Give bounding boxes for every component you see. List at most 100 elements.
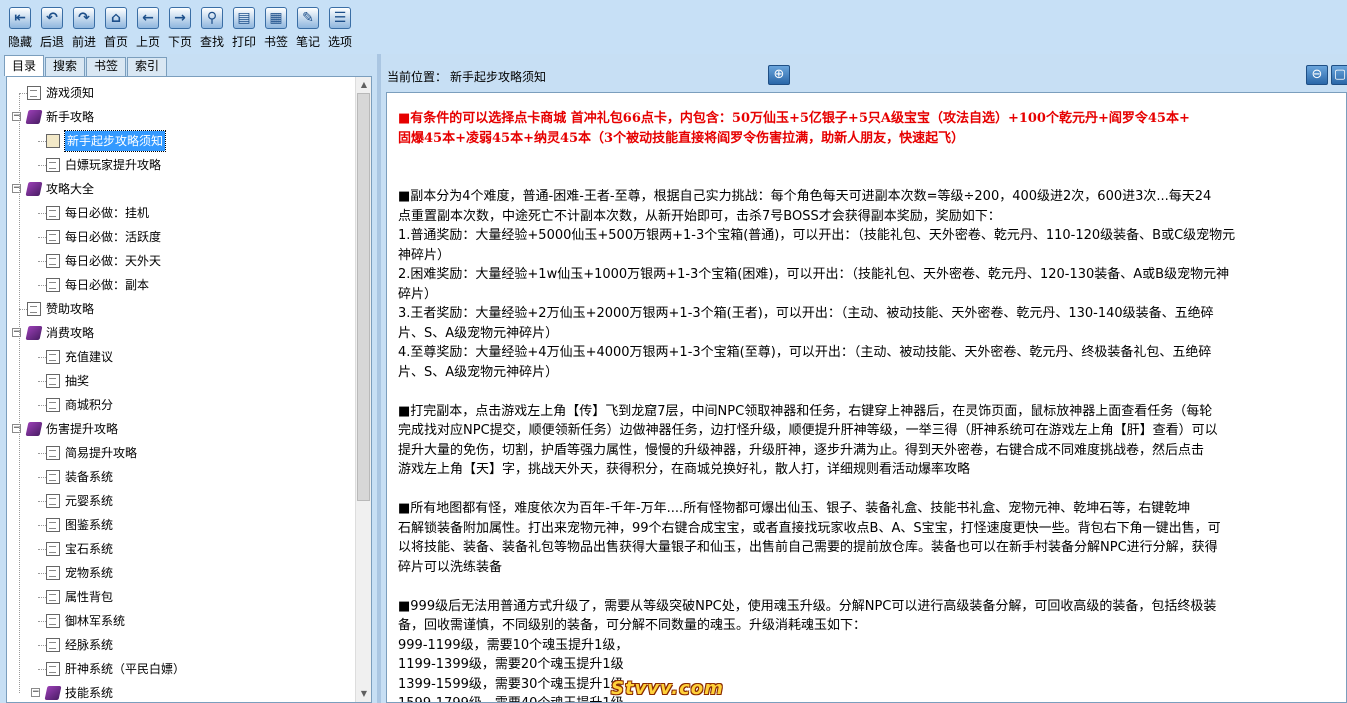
paragraph: ■有条件的可以选择点卡商城 首冲礼包66点卡，内包含：50万仙玉+5亿银子+5只…	[398, 109, 1343, 148]
tree-connector	[38, 525, 46, 526]
article-content: ■有条件的可以选择点卡商城 首冲礼包66点卡，内包含：50万仙玉+5亿银子+5只…	[398, 109, 1343, 702]
tree-item-label: 每日必做：天外天	[65, 254, 162, 268]
paragraph-line: ■999级后无法用普通方式升级了，需要从等级突破NPC处，使用魂玉升级。分解NP…	[398, 598, 1217, 614]
toolbar-button-0[interactable]: ⇤ 隐藏	[4, 0, 36, 54]
tree-connector	[38, 213, 46, 214]
tree-item[interactable]: 每日必做：副本	[7, 273, 357, 297]
paragraph-line: ■所有地图都有怪，难度依次为百年-千年-万年....所有怪物都可爆出仙玉、银子、…	[398, 501, 1191, 516]
scroll-down-arrow-icon[interactable]: ▼	[356, 686, 371, 702]
toolbar-button-10[interactable]: ☰ 选项	[324, 0, 356, 54]
toolbar-button-1[interactable]: ↶ 后退	[36, 0, 68, 54]
tree-item[interactable]: 御林军系统	[7, 609, 357, 633]
scroll-up-arrow-icon[interactable]: ▲	[356, 77, 371, 93]
tab-2[interactable]: 书签	[86, 57, 127, 76]
tree-item[interactable]: 属性背包	[7, 585, 357, 609]
paragraph-line: 神碎片）	[398, 247, 451, 263]
right-panel: 当前位置： 新手起步攻略须知 ⊕ ⊖ ▢ ■有条件的可以选择点卡商城 首冲礼包6…	[381, 54, 1347, 703]
tree-connector	[19, 93, 20, 693]
tree-item[interactable]: 图鉴系统	[7, 513, 357, 537]
toolbar: ⇤ 隐藏 ↶ 后退 ↷ 前进 ⌂ 首页 ← 上页 → 下页 ⚲ 查找 ▤ 打印 ▦ 书签 ✎ 笔记 ☰ 选项	[0, 0, 1347, 54]
tree-item[interactable]: 商城积分	[7, 393, 357, 417]
page-icon	[46, 566, 60, 580]
tab-1[interactable]: 搜索	[45, 57, 86, 76]
book-icon	[25, 182, 43, 196]
tree-item[interactable]: 元婴系统	[7, 489, 357, 513]
toolbar-button-label: 选项	[327, 35, 352, 49]
toolbar-button-2[interactable]: ↷ 前进	[68, 0, 100, 54]
tree-item[interactable]: 白嫖玩家提升攻略	[7, 153, 357, 177]
tree-item-label: 宝石系统	[65, 542, 114, 556]
tree-item[interactable]: 肝神系统（平民白嫖）	[7, 657, 357, 681]
tree-folder[interactable]: − 技能系统	[7, 681, 357, 702]
tree-item[interactable]: 每日必做：天外天	[7, 249, 357, 273]
toc-tree: 游戏须知 − 新手攻略 新手起步攻略须知 白嫖玩家提升攻略 − 攻略大全 每日必做：挂机 每日必…	[7, 81, 357, 702]
tree-folder[interactable]: − 新手攻略	[7, 105, 357, 129]
location-bar: 当前位置： 新手起步攻略须知 ⊕ ⊖ ▢	[381, 54, 1347, 92]
tree-item-label: 每日必做：活跃度	[65, 230, 162, 244]
tree-item[interactable]: 游戏须知	[7, 81, 357, 105]
tree-connector	[38, 669, 46, 670]
tree-item-label: 御林军系统	[65, 614, 126, 628]
paragraph-line: 1.普通奖励：大量经验+5000仙玉+500万银两+1-3个宝箱(普通)，可以开…	[398, 228, 1236, 243]
tree-folder[interactable]: − 消费攻略	[7, 321, 357, 345]
tree-item[interactable]: 每日必做：活跃度	[7, 225, 357, 249]
tree-item[interactable]: 简易提升攻略	[7, 441, 357, 465]
paragraph-line: 2.困难奖励：大量经验+1w仙玉+1000万银两+1-3个宝箱(困难)，可以开出…	[398, 267, 1230, 282]
toolbar-button-9[interactable]: ✎ 笔记	[292, 0, 324, 54]
hide-icon: ⇤	[9, 7, 31, 29]
toolbar-button-7[interactable]: ▤ 打印	[228, 0, 260, 54]
tree-scrollbar[interactable]: ▲ ▼	[355, 77, 371, 702]
toolbar-button-label: 首页	[103, 35, 128, 49]
tree-item-label: 攻略大全	[46, 182, 95, 196]
prev-page-icon: ←	[137, 7, 159, 29]
collapse-icon[interactable]: −	[31, 688, 40, 697]
tree-item-label: 白嫖玩家提升攻略	[65, 158, 162, 172]
paragraph: ■副本分为4个难度，普通-困难-王者-至尊，根据自己实力挑战：每个角色每天可进副…	[398, 187, 1343, 382]
tree-item[interactable]: 每日必做：挂机	[7, 201, 357, 225]
zoom-in-icon[interactable]: ⊕	[768, 65, 790, 85]
tree-item[interactable]: 宠物系统	[7, 561, 357, 585]
tree-item[interactable]: 经脉系统	[7, 633, 357, 657]
tree-folder[interactable]: − 攻略大全	[7, 177, 357, 201]
tree-item[interactable]: 装备系统	[7, 465, 357, 489]
tab-0[interactable]: 目录	[4, 55, 45, 76]
tree-item[interactable]: 充值建议	[7, 345, 357, 369]
tree-connector	[38, 453, 46, 454]
tree-connector	[38, 573, 46, 574]
page-icon	[46, 398, 60, 412]
toolbar-button-4[interactable]: ← 上页	[132, 0, 164, 54]
tree-folder[interactable]: − 伤害提升攻略	[7, 417, 357, 441]
tab-3[interactable]: 索引	[127, 57, 168, 76]
paragraph-line: 备，回收需谨慎，不同级别的装备，可分解不同数量的魂玉。升级消耗魂玉如下：	[398, 618, 867, 633]
tree-connector	[38, 549, 46, 550]
tree-item-label: 图鉴系统	[65, 518, 114, 532]
paragraph: ■打完副本，点击游戏左上角【传】飞到龙窟7层，中间NPC领取神器和任务，右键穿上…	[398, 402, 1343, 480]
tree-connector	[38, 477, 46, 478]
zoom-out-icon[interactable]: ⊖	[1306, 65, 1328, 85]
tree-item[interactable]: 抽奖	[7, 369, 357, 393]
tree-item-label: 元婴系统	[65, 494, 114, 508]
page-icon	[46, 590, 60, 604]
toolbar-button-label: 上页	[135, 35, 160, 49]
fullscreen-icon[interactable]: ▢	[1331, 65, 1347, 85]
paragraph-line: ■副本分为4个难度，普通-困难-王者-至尊，根据自己实力挑战：每个角色每天可进副…	[398, 189, 1212, 204]
toolbar-button-5[interactable]: → 下页	[164, 0, 196, 54]
tree-item[interactable]: 赞助攻略	[7, 297, 357, 321]
book-icon	[44, 686, 62, 700]
toolbar-button-3[interactable]: ⌂ 首页	[100, 0, 132, 54]
page-icon	[46, 278, 60, 292]
toolbar-button-6[interactable]: ⚲ 查找	[196, 0, 228, 54]
toolbar-button-8[interactable]: ▦ 书签	[260, 0, 292, 54]
paragraph-line: 片、S、A级宠物元神碎片）	[398, 364, 559, 380]
paragraph-line: 3.王者奖励：大量经验+2万仙玉+2000万银两+1-3个箱(王者)，可以开出：…	[398, 306, 1214, 321]
tree-item[interactable]: 宝石系统	[7, 537, 357, 561]
toolbar-button-label: 前进	[71, 35, 96, 49]
tree-item-label: 每日必做：副本	[65, 278, 150, 292]
tree-item-label: 赞助攻略	[46, 302, 95, 316]
tree-connector	[38, 237, 46, 238]
tree-item[interactable]: 新手起步攻略须知	[7, 129, 357, 153]
scroll-thumb[interactable]	[357, 93, 370, 501]
tree-connector	[38, 141, 46, 142]
toolbar-button-label: 打印	[231, 35, 256, 49]
tree-item-label: 肝神系统（平民白嫖）	[65, 662, 186, 676]
